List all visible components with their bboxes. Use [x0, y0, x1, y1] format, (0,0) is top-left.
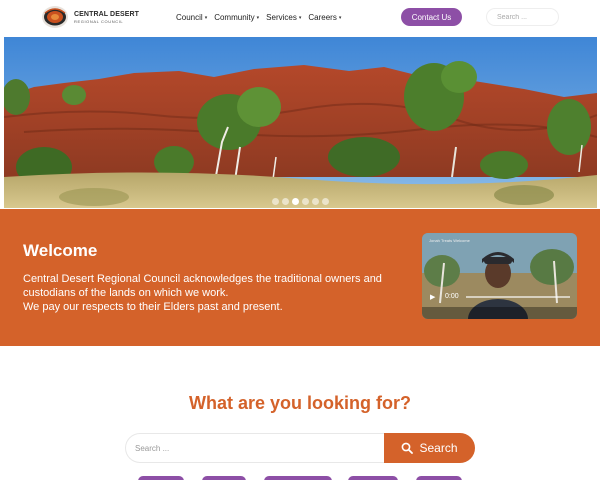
contact-us-button[interactable]: Contact Us [401, 8, 462, 26]
caret-down-icon: ▾ [256, 14, 260, 21]
slider-dot[interactable] [302, 198, 309, 205]
caret-down-icon: ▾ [298, 14, 302, 21]
slider-dot-active[interactable] [292, 198, 299, 205]
logo-title: CENTRAL DESERT [74, 10, 140, 18]
quick-links-row [0, 476, 600, 480]
play-icon[interactable]: ▶ [430, 293, 435, 301]
caret-down-icon: ▾ [338, 14, 342, 21]
quick-link-pill[interactable] [264, 476, 332, 480]
search-button[interactable]: Search [384, 433, 475, 463]
nav-item-label: Services [266, 13, 297, 22]
nav-item-label: Community [214, 13, 255, 22]
acknowledgement-line: Central Desert Regional Council acknowle… [23, 273, 382, 285]
slider-dot[interactable] [282, 198, 289, 205]
video-thumbnail-image [422, 233, 577, 319]
header-search-input[interactable] [486, 8, 559, 26]
slider-dot[interactable] [322, 198, 329, 205]
site-header: CENTRAL DESERT REGIONAL COUNCIL Council … [0, 0, 600, 36]
quick-link-pill[interactable] [202, 476, 246, 480]
video-title: Jonah Treats Welcome [429, 238, 470, 243]
logo-subtitle: REGIONAL COUNCIL [74, 18, 124, 24]
slider-dots [4, 198, 597, 205]
welcome-section: Welcome Central Desert Regional Council … [0, 209, 600, 346]
search-section-heading: What are you looking for? [188, 393, 411, 413]
main-nav: Council ▾ Community ▾ Services ▾ Careers… [176, 13, 341, 22]
nav-item-services[interactable]: Services ▾ [266, 13, 301, 22]
nav-item-careers[interactable]: Careers ▾ [308, 13, 341, 22]
caret-down-icon: ▾ [204, 14, 208, 21]
nav-item-council[interactable]: Council ▾ [176, 13, 207, 22]
welcome-heading: Welcome [23, 241, 98, 260]
nav-item-community[interactable]: Community ▾ [214, 13, 259, 22]
quick-link-pill[interactable] [416, 476, 462, 480]
hero-slider [4, 37, 597, 208]
search-button-label: Search [419, 441, 458, 455]
quick-link-pill[interactable] [138, 476, 184, 480]
video-timestamp: 0:00 [445, 293, 459, 300]
site-search-input[interactable] [125, 433, 385, 463]
acknowledgement-line: We pay our respects to their Elders past… [23, 301, 283, 313]
slider-dot[interactable] [312, 198, 319, 205]
quick-link-pill[interactable] [348, 476, 398, 480]
welcome-video-player[interactable]: Jonah Treats Welcome ▶ 0:00 [422, 233, 577, 319]
acknowledgement-line: custodians of the lands on which we work… [23, 287, 229, 299]
hero-landscape-image [4, 37, 597, 208]
slider-dot[interactable] [272, 198, 279, 205]
council-logo[interactable]: CENTRAL DESERT REGIONAL COUNCIL [40, 2, 140, 32]
council-emblem-icon [42, 6, 68, 28]
video-progress-bar[interactable] [466, 296, 570, 298]
nav-item-label: Council [176, 13, 203, 22]
search-icon [402, 442, 414, 454]
acknowledgement-text: Central Desert Regional Council acknowle… [23, 272, 413, 314]
nav-item-label: Careers [308, 13, 337, 22]
